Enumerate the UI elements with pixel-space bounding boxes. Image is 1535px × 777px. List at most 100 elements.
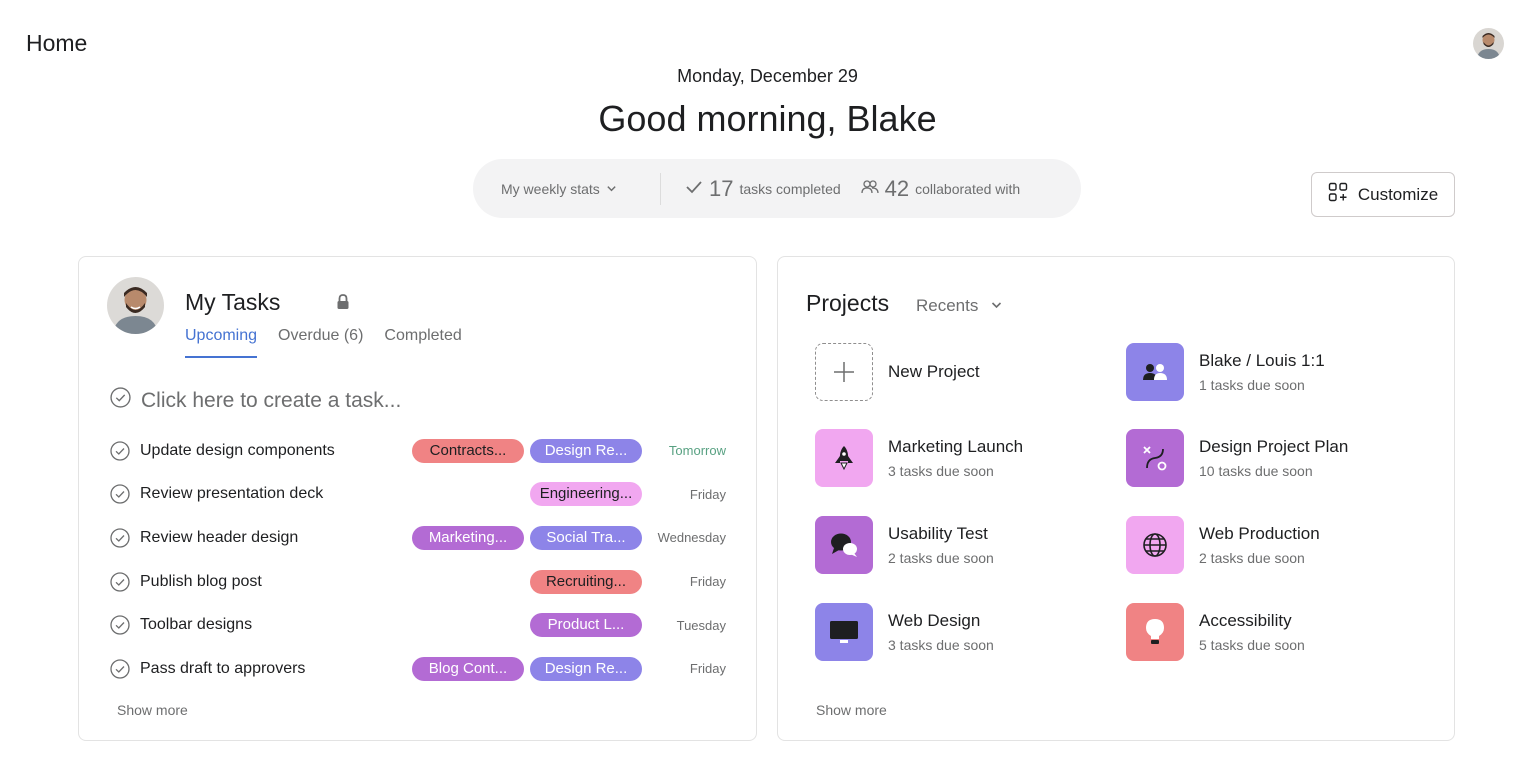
task-tag[interactable]: Design Re... — [530, 438, 642, 463]
check-circle-icon[interactable] — [110, 659, 130, 679]
project-due-count: 10 tasks due soon — [1199, 463, 1313, 479]
project-name: Usability Test — [888, 524, 988, 543]
project-due-count: 2 tasks due soon — [1199, 550, 1305, 566]
project-due-count: 5 tasks due soon — [1199, 637, 1305, 653]
project-item[interactable]: Design Project Plan 10 tasks due soon — [1126, 429, 1348, 487]
check-circle-icon — [110, 387, 131, 414]
task-tabs: Upcoming Overdue (6) Completed — [185, 327, 462, 358]
task-tag[interactable]: Marketing... — [412, 525, 524, 550]
tab-overdue[interactable]: Overdue (6) — [278, 327, 363, 358]
chevron-down-icon — [606, 181, 617, 197]
task-due-date: Friday — [689, 574, 726, 590]
my-tasks-title: My Tasks — [185, 289, 281, 315]
task-tag[interactable]: Recruiting... — [530, 569, 642, 594]
lightbulb-icon — [1126, 603, 1184, 661]
collaborators-stat: 42 collaborated with — [861, 175, 1021, 202]
task-row[interactable]: Update design components Contracts... Desi… — [110, 429, 726, 473]
date-label: Monday, December 29 — [677, 66, 858, 86]
greeting-heading: Good morning, Blake — [598, 98, 937, 139]
rocket-icon — [815, 429, 873, 487]
checkmark-icon — [685, 179, 703, 198]
project-due-count: 3 tasks due soon — [888, 637, 994, 653]
chevron-down-icon — [990, 296, 1003, 316]
monitor-icon — [815, 603, 873, 661]
new-project-button[interactable]: New Project — [815, 343, 980, 401]
people-icon — [1126, 343, 1184, 401]
check-circle-icon[interactable] — [110, 441, 130, 461]
lock-icon — [336, 294, 350, 310]
grid-add-icon — [1328, 182, 1348, 207]
user-avatar[interactable] — [1473, 28, 1504, 59]
create-task-input[interactable]: Click here to create a task... — [110, 387, 401, 414]
task-name[interactable]: Review header design — [140, 529, 298, 547]
tab-upcoming[interactable]: Upcoming — [185, 327, 258, 358]
people-icon — [861, 179, 879, 198]
weekly-stats-label: My weekly stats — [501, 180, 600, 197]
task-name[interactable]: Pass draft to approvers — [140, 660, 305, 678]
project-item[interactable]: Accessibility 5 tasks due soon — [1126, 603, 1305, 661]
collaborated-count: 42 — [884, 175, 910, 201]
customize-label: Customize — [1357, 184, 1439, 204]
tasks-completed-count: 17 — [709, 175, 734, 201]
task-row[interactable]: Toolbar designs Product L... Tuesday — [110, 603, 726, 647]
task-row[interactable]: Review header design Marketing... Social T… — [110, 516, 726, 560]
project-item[interactable]: Web Production 2 tasks due soon — [1126, 516, 1320, 574]
check-circle-icon[interactable] — [110, 571, 130, 592]
weekly-stats-bar: My weekly stats 17 tasks completed 42 co… — [473, 159, 1081, 218]
globe-icon — [1126, 516, 1184, 574]
task-tag[interactable]: Engineering... — [530, 482, 642, 507]
check-circle-icon[interactable] — [110, 615, 130, 635]
projects-filter-dropdown[interactable]: Recents — [916, 296, 1003, 316]
project-name: Design Project Plan — [1199, 437, 1349, 456]
projects-card: Projects Recents New Project Blake / Loui… — [777, 256, 1455, 741]
task-due-date: Wednesday — [657, 530, 726, 546]
project-item[interactable]: Marketing Launch 3 tasks due soon — [815, 429, 1023, 487]
customize-button[interactable]: Customize — [1311, 172, 1455, 217]
project-due-count: 1 tasks due soon — [1199, 377, 1305, 393]
task-tag[interactable]: Design Re... — [530, 656, 642, 681]
project-item[interactable]: Web Design 3 tasks due soon — [815, 603, 994, 661]
projects-title: Projects — [806, 290, 890, 316]
route-icon — [1126, 429, 1184, 487]
tab-completed[interactable]: Completed — [384, 327, 461, 358]
check-circle-icon[interactable] — [110, 528, 130, 548]
project-name: Web Design — [888, 611, 981, 630]
task-list: Update design components Contracts... Desi… — [110, 429, 726, 691]
task-tag[interactable]: Product L... — [530, 613, 642, 638]
avatar[interactable] — [107, 277, 164, 334]
task-tag[interactable]: Contracts... — [412, 438, 524, 463]
tasks-show-more-link[interactable]: Show more — [117, 702, 188, 718]
task-tag[interactable]: Blog Cont... — [412, 656, 524, 681]
task-due-date: Friday — [689, 486, 726, 502]
check-circle-icon[interactable] — [110, 484, 130, 505]
project-item[interactable]: Usability Test 2 tasks due soon — [815, 516, 994, 574]
create-task-placeholder: Click here to create a task... — [141, 388, 402, 412]
project-name: Web Production — [1199, 524, 1320, 543]
task-name[interactable]: Review presentation deck — [140, 485, 323, 503]
task-tag[interactable]: Social Tra... — [530, 525, 642, 550]
stats-divider — [660, 172, 661, 205]
collaborated-label: collaborated with — [915, 180, 1021, 197]
page-title: Home — [26, 30, 88, 56]
tasks-completed-label: tasks completed — [739, 180, 841, 197]
task-name[interactable]: Toolbar designs — [140, 616, 252, 634]
project-due-count: 3 tasks due soon — [888, 463, 994, 479]
project-due-count: 2 tasks due soon — [888, 550, 994, 566]
task-row[interactable]: Pass draft to approvers Blog Cont... Desig… — [110, 647, 726, 691]
weekly-stats-dropdown[interactable]: My weekly stats — [473, 181, 660, 197]
task-row[interactable]: Publish blog post Recruiting... Friday — [110, 560, 726, 604]
plus-icon — [815, 343, 873, 401]
chat-bubbles-icon — [815, 516, 873, 574]
projects-show-more-link[interactable]: Show more — [816, 702, 887, 718]
project-name: Blake / Louis 1:1 — [1199, 351, 1325, 370]
task-due-date: Tuesday — [676, 617, 726, 633]
task-row[interactable]: Review presentation deck Engineering... Fr… — [110, 473, 726, 517]
project-name: New Project — [888, 362, 980, 381]
project-item[interactable]: Blake / Louis 1:1 1 tasks due soon — [1126, 343, 1325, 401]
task-due-date: Friday — [689, 661, 726, 677]
project-name: Accessibility — [1199, 611, 1292, 630]
task-name[interactable]: Update design components — [140, 442, 335, 460]
task-due-date: Tomorrow — [668, 443, 726, 459]
my-tasks-card: My Tasks Upcoming Overdue (6) Completed … — [78, 256, 757, 741]
task-name[interactable]: Publish blog post — [140, 573, 262, 591]
